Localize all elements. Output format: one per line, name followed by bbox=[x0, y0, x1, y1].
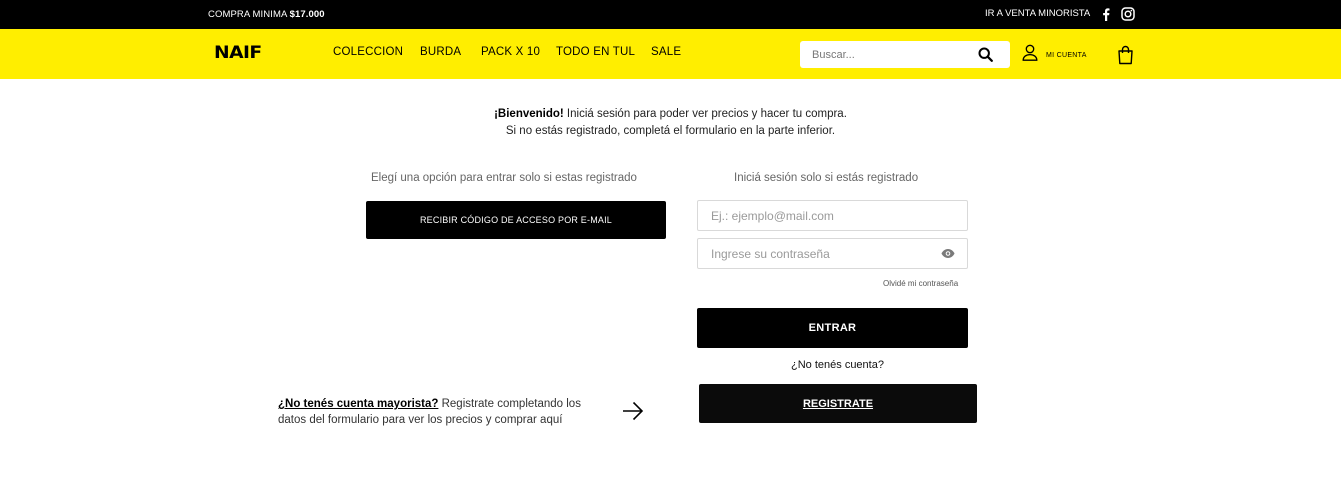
welcome-message: ¡Bienvenido! Iniciá sesión para poder ve… bbox=[0, 106, 1341, 140]
search-input[interactable] bbox=[812, 46, 972, 64]
wholesale-account-link[interactable]: ¿No tenés cuenta mayorista? bbox=[278, 398, 438, 410]
password-field[interactable] bbox=[711, 245, 931, 263]
minimum-purchase-notice: COMPRA MINIMA $17.000 bbox=[208, 9, 325, 20]
email-field-wrapper bbox=[697, 200, 968, 231]
show-password-eye-icon[interactable] bbox=[941, 248, 955, 259]
password-field-wrapper bbox=[697, 238, 968, 269]
forgot-password-link[interactable]: Olvidé mi contraseña bbox=[883, 279, 958, 288]
nav-item-todo-en-tul[interactable]: TODO EN TUL bbox=[556, 46, 635, 58]
request-access-code-button[interactable]: RECIBIR CÓDIGO DE ACCESO POR E-MAIL bbox=[366, 201, 666, 239]
search-icon[interactable] bbox=[978, 47, 993, 62]
shopping-bag-icon[interactable] bbox=[1117, 45, 1134, 65]
welcome-line-2: Si no estás registrado, completá el form… bbox=[505, 125, 836, 137]
promo-amount: $17.000 bbox=[289, 9, 325, 20]
user-icon[interactable] bbox=[1022, 44, 1038, 61]
nav-item-pack-x10[interactable]: PACK X 10 bbox=[481, 46, 540, 58]
login-title: Iniciá sesión solo si estás registrado bbox=[734, 172, 919, 184]
welcome-title: ¡Bienvenido! bbox=[494, 108, 564, 120]
register-button[interactable]: REGISTRATE bbox=[699, 384, 977, 423]
nav-item-sale[interactable]: SALE bbox=[651, 46, 681, 58]
instagram-icon[interactable] bbox=[1121, 7, 1135, 21]
login-submit-button[interactable]: ENTRAR bbox=[697, 308, 968, 348]
arrow-right-icon bbox=[623, 401, 644, 421]
code-login-title: Elegí una opción para entrar solo si est… bbox=[371, 172, 637, 184]
brand-logo[interactable]: NAIF bbox=[214, 43, 262, 63]
main-header: NAIF COLECCION BURDA PACK X 10 TODO EN T… bbox=[0, 29, 1341, 79]
promo-label: COMPRA MINIMA bbox=[208, 9, 290, 20]
top-bar: COMPRA MINIMA $17.000 IR A VENTA MINORIS… bbox=[0, 0, 1341, 29]
retail-store-link[interactable]: IR A VENTA MINORISTA bbox=[985, 8, 1090, 19]
no-account-label: ¿No tenés cuenta? bbox=[791, 359, 884, 371]
facebook-icon[interactable] bbox=[1100, 8, 1112, 21]
nav-item-burda[interactable]: BURDA bbox=[420, 46, 461, 58]
nav-item-coleccion[interactable]: COLECCION bbox=[333, 46, 403, 58]
welcome-text: Iniciá sesión para poder ver precios y h… bbox=[563, 108, 847, 120]
account-label[interactable]: MI CUENTA bbox=[1046, 52, 1087, 59]
wholesale-register-note: ¿No tenés cuenta mayorista? Registrate c… bbox=[278, 396, 608, 428]
welcome-line-1: ¡Bienvenido! Iniciá sesión para poder ve… bbox=[0, 106, 1341, 123]
email-field[interactable] bbox=[711, 207, 931, 225]
search-box bbox=[800, 41, 1010, 68]
